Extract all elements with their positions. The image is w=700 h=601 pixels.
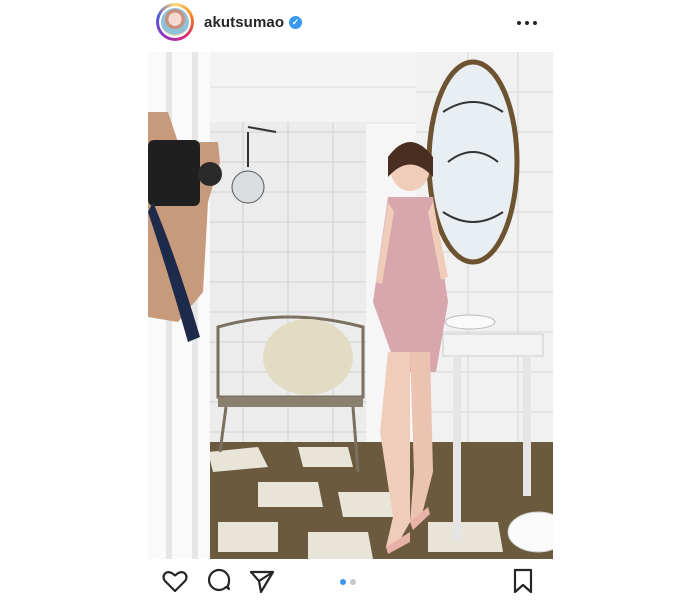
more-options-icon[interactable] <box>516 12 538 32</box>
more-dot <box>533 21 537 25</box>
heart-icon[interactable] <box>160 566 190 596</box>
more-dot <box>517 21 521 25</box>
comment-icon[interactable] <box>204 566 234 596</box>
photo-scene <box>148 52 553 559</box>
post-photo[interactable] <box>148 52 553 559</box>
avatar-image <box>161 8 189 36</box>
bookmark-icon[interactable] <box>508 566 538 596</box>
avatar-border <box>159 6 191 38</box>
post-header: akutsumao ✓ <box>148 0 553 48</box>
carousel-dot[interactable] <box>350 579 356 585</box>
share-icon[interactable] <box>247 566 277 596</box>
carousel-dot-active[interactable] <box>340 579 346 585</box>
verified-badge-icon: ✓ <box>289 16 302 29</box>
more-dot <box>525 21 529 25</box>
avatar[interactable] <box>156 3 194 41</box>
username[interactable]: akutsumao <box>204 14 284 31</box>
carousel-indicator <box>340 579 364 587</box>
instagram-post: akutsumao ✓ <box>148 0 553 600</box>
